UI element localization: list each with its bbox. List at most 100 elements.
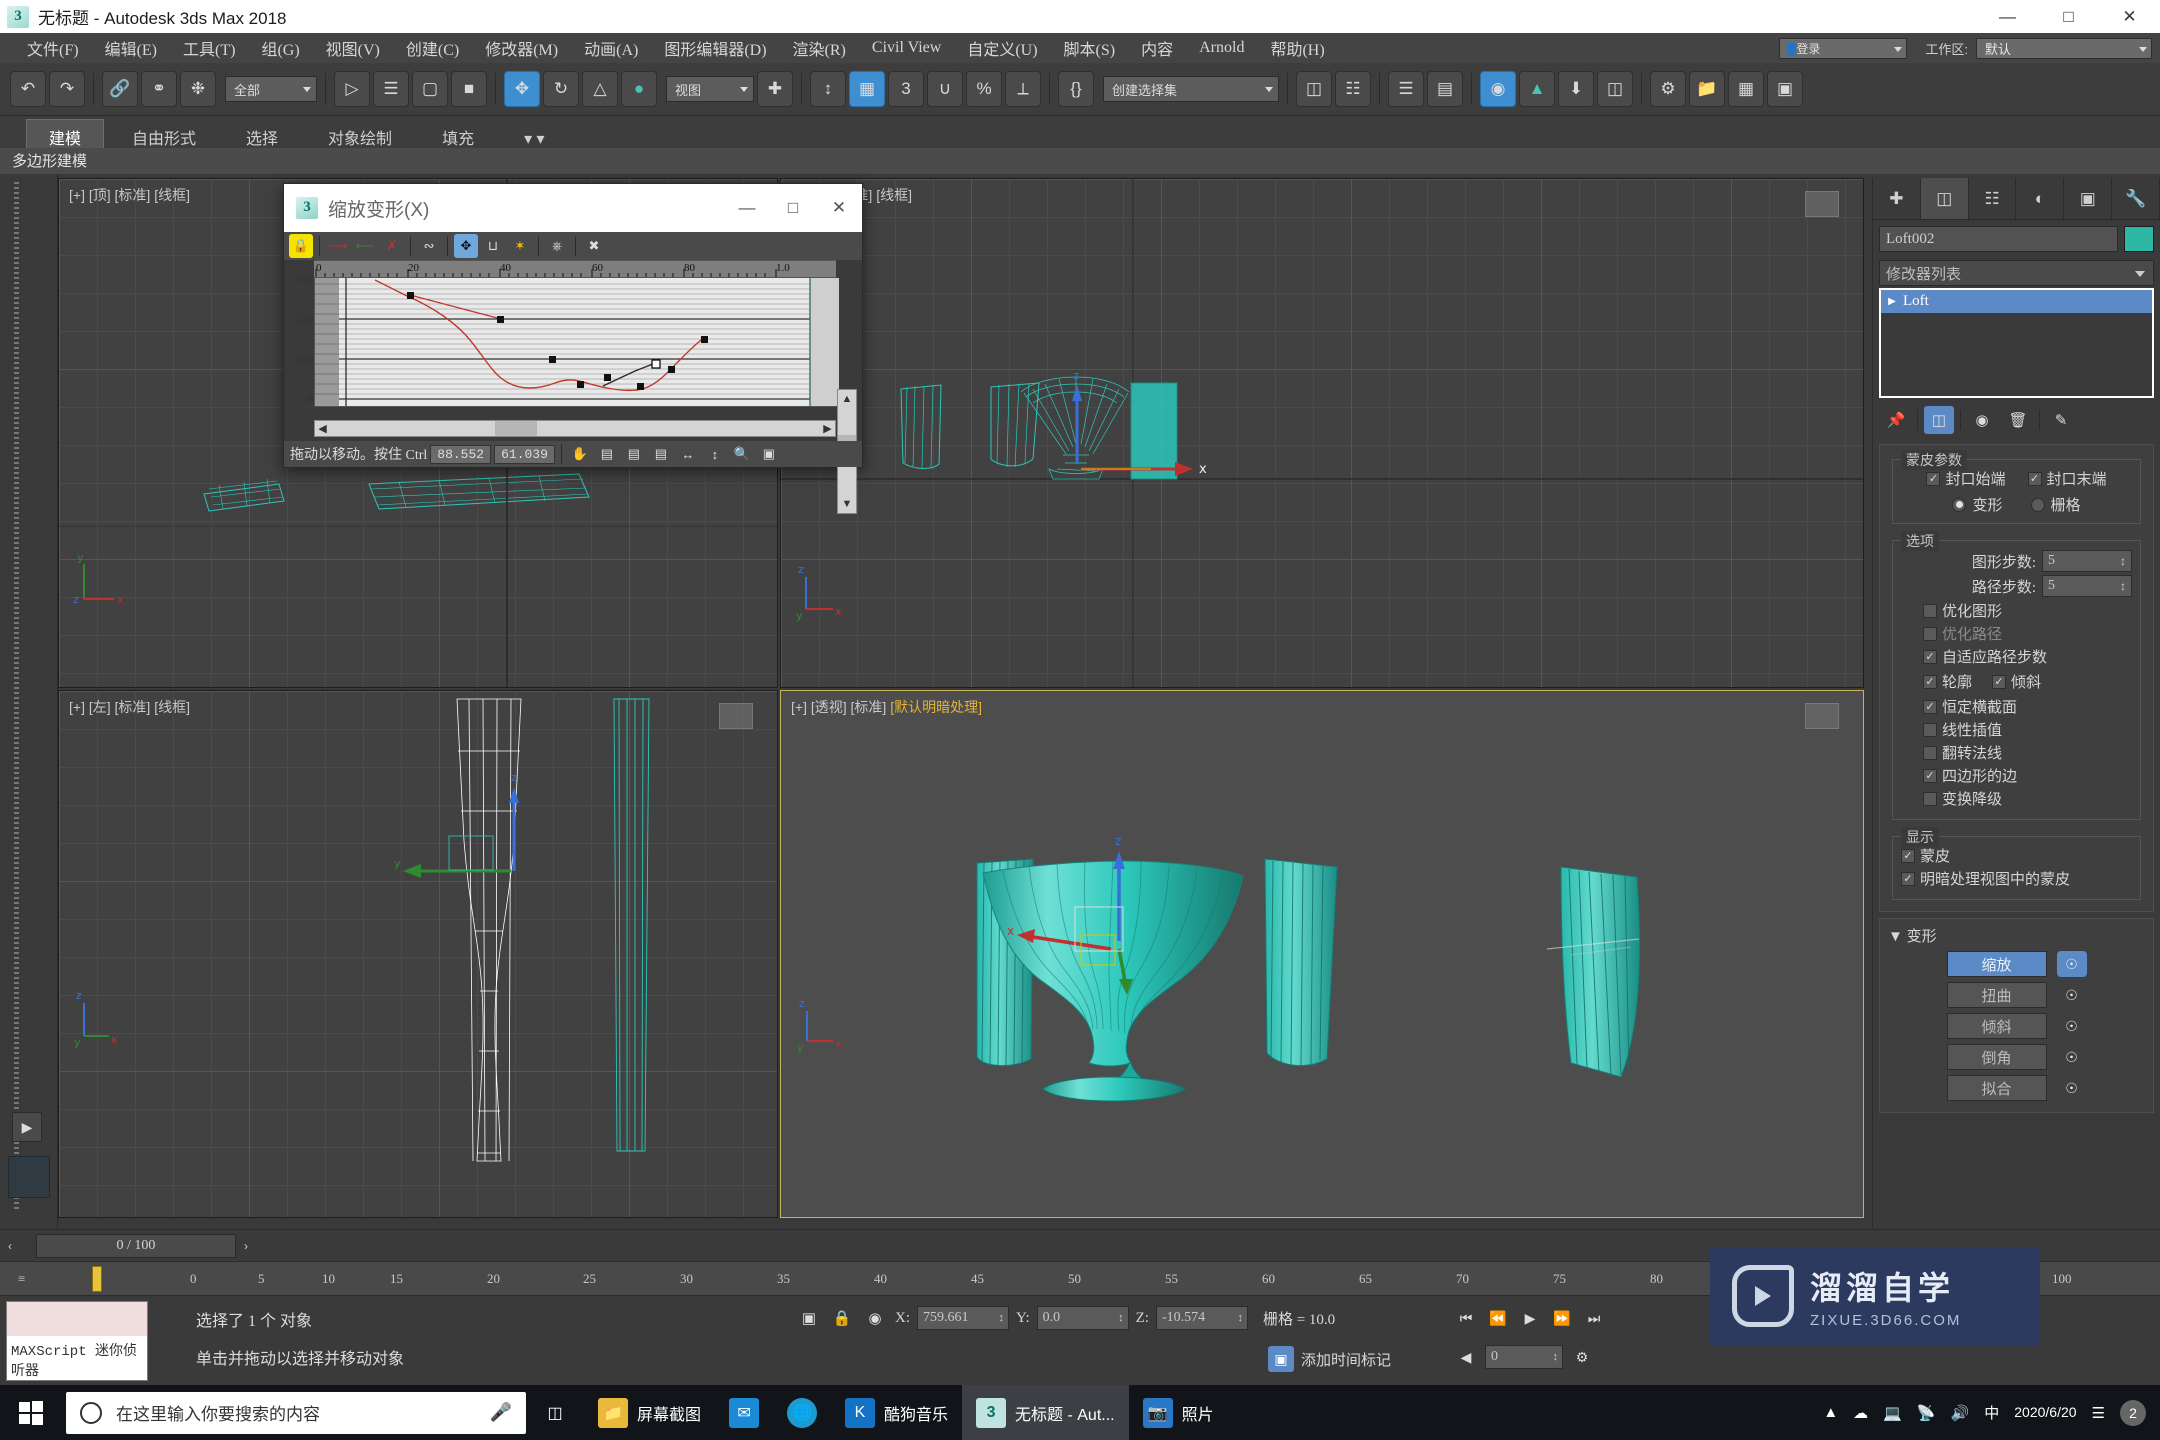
deform-fit-button[interactable]: 拟合 bbox=[1946, 1075, 2047, 1101]
select-and-link-icon[interactable]: 🔗 bbox=[102, 71, 138, 107]
minimize-button[interactable]: — bbox=[1977, 0, 2038, 33]
transform-degrade-checkbox[interactable]: ✓ 变换降级 bbox=[1923, 788, 2132, 809]
layer-explorer-icon[interactable]: ☰ bbox=[1388, 71, 1424, 107]
viewport-perspective[interactable]: [+] [透视] [标准] [默认明暗处理] z x z y x bbox=[780, 690, 1864, 1218]
rail-grip-handle[interactable] bbox=[14, 182, 19, 1212]
action-center-icon[interactable]: ☰ bbox=[2092, 1404, 2105, 1422]
project-folder-icon[interactable]: 📁 bbox=[1689, 71, 1725, 107]
deformation-rollout-header[interactable]: ▼ 变形 bbox=[1888, 925, 2145, 946]
adaptive-path-steps-checkbox[interactable]: ✓ 自适应路径步数 bbox=[1923, 646, 2132, 667]
frame-number-input[interactable]: 0 bbox=[1485, 1345, 1563, 1369]
layer-manager-icon[interactable]: ▤ bbox=[1427, 71, 1463, 107]
play-icon[interactable]: ▶ bbox=[1516, 1305, 1544, 1331]
menu-item-rendering[interactable]: 渲染(R) bbox=[780, 34, 859, 62]
menu-item-arnold[interactable]: Arnold bbox=[1186, 37, 1257, 59]
cap-start-checkbox[interactable]: ✓ 封口始端 bbox=[1926, 468, 2006, 489]
select-and-place-icon[interactable]: ● bbox=[621, 71, 657, 107]
menu-item-create[interactable]: 创建(C) bbox=[393, 34, 472, 62]
taskbar-item-mail[interactable]: ✉ bbox=[715, 1385, 773, 1440]
skin-checkbox[interactable]: ✓ 蒙皮 bbox=[1901, 845, 2132, 866]
shape-steps-input[interactable]: 5 bbox=[2042, 550, 2132, 572]
expand-triangle-icon[interactable]: ▶ bbox=[1881, 296, 1903, 307]
task-view-button[interactable]: ◫ bbox=[526, 1385, 584, 1440]
notification-badge[interactable]: 2 bbox=[2120, 1399, 2146, 1426]
linear-interpolation-checkbox[interactable]: ✓ 线性插值 bbox=[1923, 719, 2132, 740]
current-frame-field[interactable]: 0 / 100 bbox=[36, 1233, 236, 1258]
deform-bevel-toggle-icon[interactable]: ☉ bbox=[2057, 1044, 2087, 1070]
deform-twist-button[interactable]: 扭曲 bbox=[1946, 982, 2047, 1008]
menu-item-file[interactable]: 文件(F) bbox=[14, 34, 92, 62]
scroll-down-icon[interactable]: ▼ bbox=[838, 495, 856, 513]
network-icon[interactable]: 📡 bbox=[1917, 1404, 1936, 1422]
skin-in-shaded-checkbox[interactable]: ✓ 明暗处理视图中的蒙皮 bbox=[1901, 868, 2132, 889]
grid-display-icon[interactable]: ▦ bbox=[1728, 71, 1764, 107]
show-end-result-icon[interactable]: ◫ bbox=[1924, 406, 1954, 434]
deform-scale-toggle-icon[interactable]: ☉ bbox=[2056, 951, 2087, 977]
lock-aspect-icon[interactable]: 🔒 bbox=[289, 234, 313, 258]
go-to-start-icon[interactable]: ⏮ bbox=[1452, 1305, 1480, 1331]
taskbar-item-edge[interactable]: 🌐 bbox=[773, 1385, 831, 1440]
use-pivot-point-center-icon[interactable]: ✚ bbox=[757, 71, 793, 107]
deform-bevel-button[interactable]: 倒角 bbox=[1946, 1044, 2047, 1070]
scale-deformation-dialog[interactable]: 3 缩放变形(X) — □ ✕ 🔒 ⟶ ⟵ ✗ ∾ ✥ ⊔ ✶ ⎈ ✖ 0 20… bbox=[283, 183, 863, 514]
undo-icon[interactable]: ↶ bbox=[10, 71, 46, 107]
rectangular-selection-region-icon[interactable]: ▢ bbox=[412, 71, 448, 107]
window-crossing-icon[interactable]: ■ bbox=[451, 71, 487, 107]
tray-overflow-icon[interactable]: ▲ bbox=[1823, 1404, 1838, 1421]
snaps-toggle-icon[interactable]: ▦ bbox=[849, 71, 885, 107]
scene-explorer-icon[interactable] bbox=[8, 1156, 50, 1198]
modifier-stack-item-loft[interactable]: ▶ Loft bbox=[1881, 290, 2152, 313]
constant-cross-section-checkbox[interactable]: ✓ 恒定横截面 bbox=[1923, 696, 2132, 717]
graph-horizontal-scrollbar[interactable]: ◀ ▶ bbox=[314, 420, 836, 437]
deform-twist-toggle-icon[interactable]: ☉ bbox=[2057, 982, 2087, 1008]
select-and-rotate-icon[interactable]: ↻ bbox=[543, 71, 579, 107]
menu-item-tools[interactable]: 工具(T) bbox=[170, 34, 248, 62]
dialog-minimize-button[interactable]: — bbox=[724, 184, 770, 232]
utilities-tab[interactable]: 🔧 bbox=[2112, 178, 2160, 219]
zoom-region-icon[interactable]: ▣ bbox=[757, 442, 781, 466]
move-control-point-red-icon[interactable]: ⟶ bbox=[326, 234, 350, 258]
named-selection-set-dropdown[interactable]: 创建选择集 bbox=[1103, 76, 1279, 102]
viewcube-left[interactable] bbox=[719, 703, 763, 743]
zoom-vertical-extents-icon[interactable]: ▤ bbox=[622, 442, 646, 466]
menu-item-customize[interactable]: 自定义(U) bbox=[954, 34, 1050, 62]
deformation-graph[interactable]: 300 200 100 0 bbox=[295, 271, 839, 407]
mirror-icon[interactable]: ◫ bbox=[1296, 71, 1332, 107]
deform-fit-toggle-icon[interactable]: ☉ bbox=[2057, 1075, 2087, 1101]
search-box[interactable]: 在这里输入你要搜索的内容 🎤 bbox=[66, 1391, 526, 1434]
login-dropdown[interactable]: 👤 登录 bbox=[1779, 37, 1908, 59]
object-color-swatch[interactable] bbox=[2124, 226, 2154, 252]
menu-item-edit[interactable]: 编辑(E) bbox=[92, 34, 170, 62]
pan-icon[interactable]: ✋ bbox=[568, 442, 592, 466]
display-icon[interactable]: 💻 bbox=[1883, 1404, 1902, 1422]
zoom-icon[interactable]: 🔍 bbox=[730, 442, 754, 466]
menu-item-scripting[interactable]: 脚本(S) bbox=[1051, 34, 1129, 62]
menu-item-modifiers[interactable]: 修改器(M) bbox=[472, 34, 571, 62]
spinner-snap-icon[interactable]: ∪ bbox=[927, 71, 963, 107]
microphone-icon[interactable]: 🎤 bbox=[490, 1402, 512, 1423]
material-editor-icon[interactable]: ◉ bbox=[1480, 71, 1516, 107]
workspace-dropdown[interactable]: 默认 bbox=[1976, 37, 2152, 59]
redo-icon[interactable]: ↷ bbox=[49, 71, 85, 107]
selection-filter-dropdown[interactable]: 全部 bbox=[225, 76, 317, 102]
ribbon-subtab-polygon-modeling[interactable]: 多边形建模 bbox=[0, 148, 99, 173]
select-and-scale-icon[interactable]: △ bbox=[582, 71, 618, 107]
clock-date[interactable]: 2020/6/20 bbox=[2014, 1404, 2076, 1422]
horizontal-scroll-thumb[interactable] bbox=[495, 421, 537, 436]
delete-curve-icon[interactable]: ✖ bbox=[582, 234, 606, 258]
scroll-right-icon[interactable]: ▶ bbox=[820, 421, 835, 436]
zoom-vertical-icon[interactable]: ↕ bbox=[703, 442, 727, 466]
deform-scale-button[interactable]: 缩放 bbox=[1946, 951, 2047, 977]
menu-item-group[interactable]: 组(G) bbox=[248, 34, 312, 62]
viewport-front[interactable]: [+] [前] [标准] [线框] bbox=[780, 178, 1864, 688]
bezier-curve-icon[interactable]: ∾ bbox=[417, 234, 441, 258]
key-filters-icon[interactable]: ⚙ bbox=[1568, 1344, 1596, 1370]
expand-rail-button[interactable]: ▶ bbox=[12, 1112, 42, 1142]
dialog-coord-y[interactable]: 61.039 bbox=[494, 444, 555, 464]
modifier-list-dropdown[interactable]: 修改器列表 bbox=[1879, 260, 2154, 286]
unlink-selection-icon[interactable]: ⚭ bbox=[141, 71, 177, 107]
select-and-manipulate-icon[interactable]: ↕ bbox=[810, 71, 846, 107]
add-time-tag-row[interactable]: ▣ 添加时间标记 bbox=[1268, 1346, 1391, 1372]
object-name-input[interactable] bbox=[1879, 226, 2118, 252]
bind-to-space-warp-icon[interactable]: ❉ bbox=[180, 71, 216, 107]
